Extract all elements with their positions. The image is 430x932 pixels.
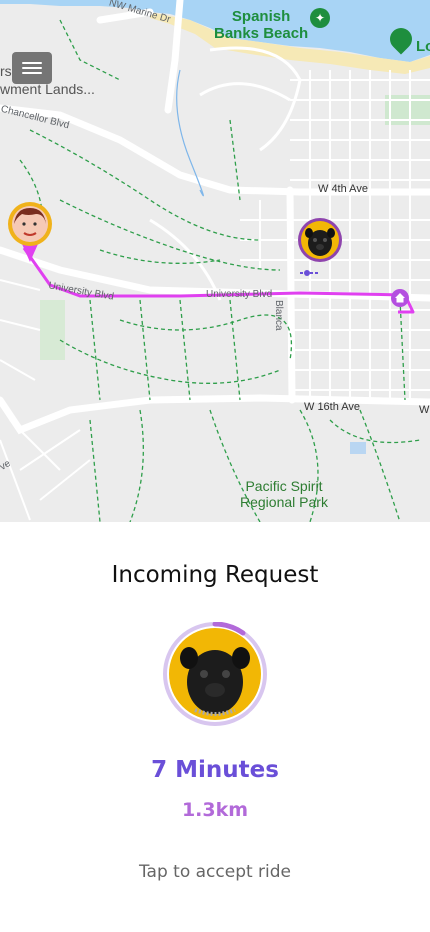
request-title: Incoming Request	[111, 562, 319, 588]
park-label-pacific-spirit: Pacific Spirit Regional Park	[240, 478, 328, 510]
requester-avatar[interactable]	[163, 621, 267, 726]
road-label-blanca: Blanca	[273, 300, 284, 331]
rider-location-marker[interactable]	[6, 202, 54, 262]
road-label-w-edge: W	[419, 404, 430, 416]
driver-location-marker[interactable]	[297, 217, 343, 263]
hamburger-menu-icon[interactable]	[12, 52, 52, 84]
destination-home-marker[interactable]	[390, 288, 410, 308]
accept-ride-hint[interactable]: Tap to accept ride	[0, 862, 430, 882]
beach-icon: ✦	[310, 8, 330, 28]
poi-spanish-banks[interactable]: Spanish Banks Beach	[214, 8, 308, 42]
road-label-w16th: W 16th Ave	[304, 401, 361, 413]
road-label-w4th: W 4th Ave	[318, 183, 368, 195]
road-label-university-2: University Blvd	[206, 289, 273, 300]
poi-edge-label: Lo	[416, 38, 430, 55]
map-view[interactable]: NW Marine Dr Spanish Banks Beach ✦ Lo rs…	[0, 0, 430, 522]
incoming-request-sheet[interactable]: Incoming Request 7 Minutes 1.3km Tap to …	[0, 522, 430, 932]
eta-minutes: 7 Minutes	[151, 757, 279, 783]
distance-value: 1.3km	[181, 799, 249, 821]
